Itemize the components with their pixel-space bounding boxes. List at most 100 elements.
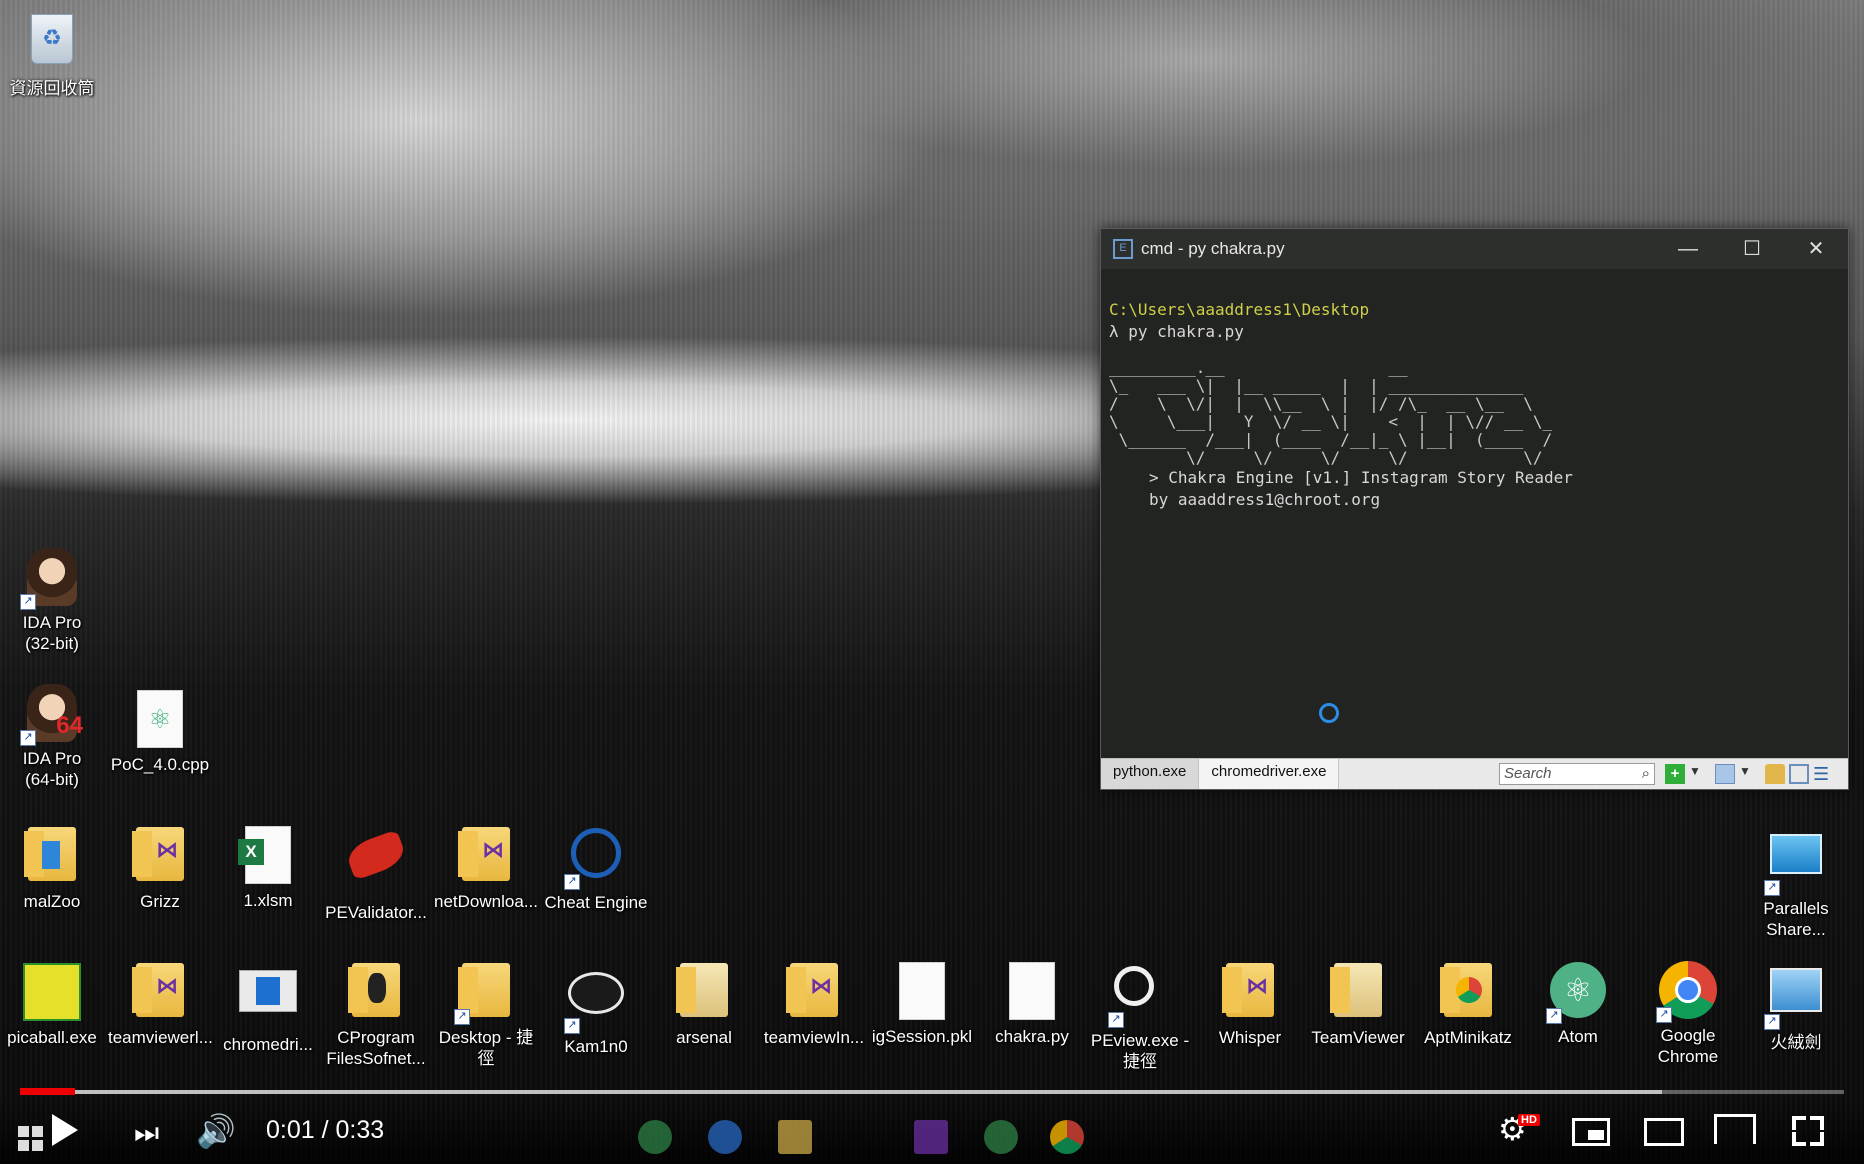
shortcut-arrow-icon: ↗ bbox=[1764, 880, 1780, 896]
visual-studio-icon: ⋈ bbox=[156, 837, 178, 862]
tab-chromedriver-exe[interactable]: chromedriver.exe bbox=[1199, 759, 1340, 789]
peview-shortcut-icon[interactable]: ↗ PEview.exe - 捷徑 bbox=[1088, 960, 1192, 1072]
cmd-window[interactable]: E cmd - py chakra.py — ☐ ✕ C:\Users\aaad… bbox=[1100, 228, 1849, 790]
arsenal-folder-icon[interactable]: arsenal bbox=[652, 960, 756, 1048]
theater-mode-icon[interactable] bbox=[1644, 1118, 1684, 1146]
netdownload-folder-icon[interactable]: ⋈ netDownloa... bbox=[434, 824, 538, 912]
parallels-image: ↗ bbox=[1764, 834, 1826, 896]
chakra-py-image bbox=[1002, 962, 1062, 1022]
aptminikatz-image bbox=[1438, 963, 1498, 1023]
taskbar-atom2-icon[interactable] bbox=[984, 1120, 1018, 1154]
taskbar-folder-icon[interactable] bbox=[778, 1120, 812, 1154]
terminal-output[interactable]: C:\Users\aaaddress1\Desktop λ py chakra.… bbox=[1101, 269, 1848, 759]
huorongjian-icon[interactable]: ↗ 火絨劍 bbox=[1744, 960, 1848, 1053]
igsession-file-icon[interactable]: igSession.pkl bbox=[870, 960, 974, 1047]
grizz-label: Grizz bbox=[140, 892, 180, 911]
new-console-icon[interactable]: + bbox=[1665, 764, 1685, 784]
malzoo-folder-icon[interactable]: malZoo bbox=[0, 824, 104, 912]
teamviewerl-image: ⋈ bbox=[130, 963, 190, 1023]
maximize-button[interactable]: ☐ bbox=[1720, 229, 1784, 269]
cmd-titlebar[interactable]: E cmd - py chakra.py — ☐ ✕ bbox=[1101, 229, 1848, 269]
teamviewin-folder-icon[interactable]: ⋈ teamviewIn... bbox=[762, 960, 866, 1048]
settings-icon[interactable] bbox=[1715, 764, 1735, 784]
settings-dropdown-icon[interactable]: ▼ bbox=[1739, 764, 1759, 784]
aptminikatz-folder-icon[interactable]: AptMinikatz bbox=[1416, 960, 1520, 1048]
recycle-bin-icon[interactable]: ♻ 資源回收筒 bbox=[0, 10, 104, 99]
whisper-label: Whisper bbox=[1218, 1028, 1282, 1047]
taskbar-visual-studio-icon[interactable] bbox=[914, 1120, 948, 1154]
minimize-button[interactable]: — bbox=[1656, 229, 1720, 269]
ida-pro-64-icon[interactable]: 64 ↗ IDA Pro (64-bit) bbox=[0, 684, 104, 790]
huorongjian-label: 火絨劍 bbox=[1770, 1033, 1822, 1052]
parallels-share-icon[interactable]: ↗ Parallels Share... bbox=[1744, 824, 1848, 940]
malzoo-label: malZoo bbox=[23, 892, 81, 911]
cprogram-label: CProgram FilesSofnet... bbox=[326, 1028, 426, 1068]
folder-inner-doc-icon bbox=[42, 841, 60, 869]
google-chrome-image: ↗ bbox=[1656, 961, 1718, 1023]
busy-cursor-icon bbox=[1319, 703, 1339, 723]
taskbar-maps-icon[interactable] bbox=[708, 1120, 742, 1154]
desktop-shortcut-icon[interactable]: ↗ Desktop - 捷 徑 bbox=[434, 960, 538, 1069]
fullscreen-icon[interactable] bbox=[1792, 1116, 1824, 1146]
split-view-icon[interactable] bbox=[1789, 764, 1809, 784]
taskbar-chrome-icon[interactable] bbox=[1050, 1120, 1084, 1154]
folder-icon bbox=[1330, 963, 1382, 1017]
magnifier-icon bbox=[1114, 966, 1154, 1006]
tab-python-exe[interactable]: python.exe bbox=[1101, 759, 1200, 789]
poc-cpp-icon[interactable]: ⚛ PoC_4.0.cpp bbox=[108, 688, 212, 775]
teamviewerl-folder-icon[interactable]: ⋈ teamviewerl... bbox=[108, 960, 213, 1048]
whisper-image: ⋈ bbox=[1220, 963, 1280, 1023]
duration: 0:33 bbox=[335, 1116, 385, 1144]
recycle-bin-label: 資源回收筒 bbox=[9, 79, 95, 98]
chrome-logo-icon bbox=[1456, 977, 1482, 1003]
pevalidator-icon[interactable]: PEValidator... bbox=[324, 824, 428, 923]
hd-badge: HD bbox=[1518, 1114, 1540, 1126]
xlsm-label: 1.xlsm bbox=[243, 891, 293, 910]
grizz-image: ⋈ bbox=[130, 827, 190, 887]
windows-start-icon[interactable] bbox=[18, 1126, 44, 1152]
cprogram-image bbox=[346, 963, 406, 1023]
folder-icon bbox=[1440, 963, 1492, 1017]
volume-button[interactable]: 🔊 bbox=[196, 1114, 236, 1148]
xlsm-file-icon[interactable]: X 1.xlsm bbox=[216, 824, 320, 911]
teamviewer-image bbox=[1328, 963, 1388, 1023]
monitor-icon bbox=[1770, 834, 1822, 874]
console-search-input[interactable]: Search ⌕ bbox=[1499, 763, 1655, 785]
search-icon[interactable]: ⌕ bbox=[1642, 764, 1650, 784]
teamviewer-folder-icon[interactable]: TeamViewer bbox=[1306, 960, 1410, 1048]
google-chrome-icon[interactable]: ↗ Google Chrome bbox=[1636, 960, 1740, 1067]
whisper-folder-icon[interactable]: ⋈ Whisper bbox=[1198, 960, 1302, 1048]
chakra-py-file-icon[interactable]: chakra.py bbox=[980, 960, 1084, 1047]
shortcut-arrow-icon: ↗ bbox=[20, 730, 36, 746]
xlsm-image: X bbox=[238, 826, 298, 886]
excel-x-icon: X bbox=[238, 839, 264, 865]
picaball-label: picaball.exe bbox=[7, 1028, 97, 1047]
picaball-icon[interactable]: picaball.exe bbox=[0, 960, 104, 1048]
cheat-engine-icon[interactable]: ↗ Cheat Engine bbox=[544, 824, 648, 913]
play-button[interactable] bbox=[52, 1114, 78, 1146]
lock-icon[interactable] bbox=[1765, 764, 1785, 784]
cast-icon[interactable] bbox=[1714, 1114, 1756, 1144]
new-console-dropdown-icon[interactable]: ▼ bbox=[1689, 764, 1709, 784]
next-button[interactable]: ⏭ bbox=[134, 1118, 159, 1148]
netdownload-image: ⋈ bbox=[456, 827, 516, 887]
miniplayer-icon[interactable] bbox=[1572, 1118, 1610, 1146]
menu-icon[interactable]: ☰ bbox=[1813, 764, 1833, 784]
chromedriver-icon[interactable]: chromedri... bbox=[216, 960, 320, 1055]
close-button[interactable]: ✕ bbox=[1784, 229, 1848, 269]
atom-image: ⚛ ↗ bbox=[1546, 962, 1608, 1024]
taskbar-atom-icon[interactable] bbox=[638, 1120, 672, 1154]
shortcut-arrow-icon: ↗ bbox=[564, 1018, 580, 1034]
cprogram-folder-icon[interactable]: CProgram FilesSofnet... bbox=[324, 960, 428, 1069]
atom-app-icon[interactable]: ⚛ ↗ Atom bbox=[1526, 960, 1630, 1047]
teamviewer-label: TeamViewer bbox=[1311, 1028, 1405, 1047]
kam1n0-icon[interactable]: ↗ Kam1n0 bbox=[544, 960, 648, 1057]
visual-studio-icon: ⋈ bbox=[156, 973, 178, 998]
progress-played bbox=[20, 1088, 75, 1095]
recycle-bin-image: ♻ bbox=[22, 14, 82, 74]
folder-icon: ⋈ bbox=[786, 963, 838, 1017]
grizz-folder-icon[interactable]: ⋈ Grizz bbox=[108, 824, 212, 912]
visual-studio-icon: ⋈ bbox=[482, 837, 504, 862]
ida-pro-32-icon[interactable]: ↗ IDA Pro (32-bit) bbox=[0, 548, 104, 654]
folder-inner-figure-icon bbox=[368, 973, 386, 1003]
